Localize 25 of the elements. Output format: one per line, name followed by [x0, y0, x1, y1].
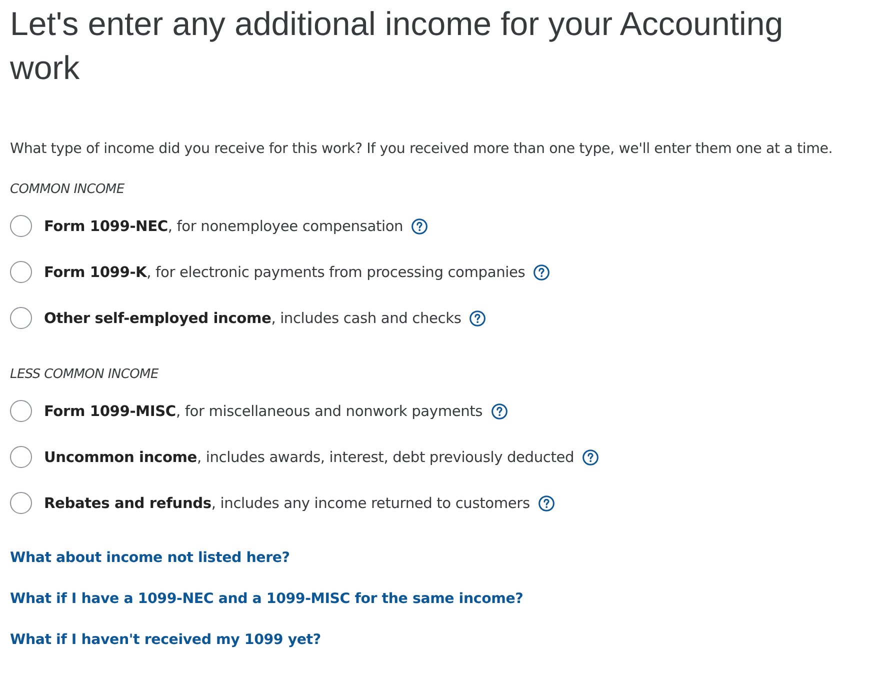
option-label[interactable]: Uncommon income, includes awards, interest, debt previously deducted [44, 448, 574, 466]
option-label[interactable]: Form 1099-K, for electronic payments from processing companies [44, 264, 526, 280]
option-label[interactable]: Form 1099-MISC, for miscellaneous and nonwork payments [44, 402, 483, 420]
help-icon[interactable] [533, 264, 550, 280]
help-link[interactable]: What about income not listed here? [10, 550, 290, 566]
radio-button[interactable] [10, 400, 32, 422]
help-icon[interactable] [469, 310, 486, 326]
option-label[interactable]: Rebates and refunds, includes any income returned to customers [44, 494, 530, 512]
page-title: Let's enter any additional income for your Accounting work [10, 4, 784, 88]
radio-button[interactable] [10, 446, 32, 468]
radio-button[interactable] [10, 261, 32, 283]
section-heading: COMMON INCOME [10, 182, 126, 197]
help-link[interactable]: What if I have a 1099-NEC and a 1099-MISC for the same income? [10, 591, 524, 607]
section-heading: LESS COMMON INCOME [10, 367, 160, 382]
question-text: What type of income did you receive for this work? If you received more than one type, we'll enter them one at a time. [10, 141, 834, 157]
help-icon[interactable] [411, 218, 428, 234]
option-label[interactable]: Form 1099-NEC, for nonemployee compensation [44, 218, 404, 234]
help-link[interactable]: What if I haven't received my 1099 yet? [10, 632, 321, 648]
help-icon[interactable] [538, 494, 555, 512]
radio-button[interactable] [10, 307, 32, 329]
option-label[interactable]: Other self-employed income, includes cash and checks [44, 310, 462, 326]
help-icon[interactable] [582, 448, 600, 466]
radio-button[interactable] [10, 215, 32, 237]
radio-button[interactable] [10, 492, 32, 514]
help-icon[interactable] [490, 402, 508, 420]
